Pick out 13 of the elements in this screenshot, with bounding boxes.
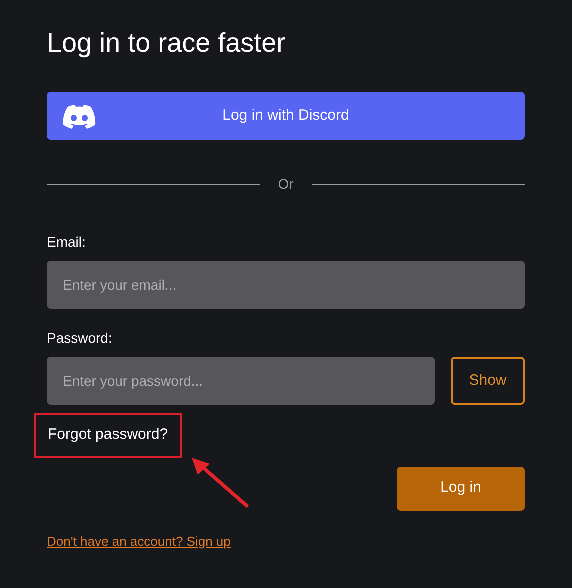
email-field[interactable]: Enter your email...: [47, 261, 525, 309]
divider-label: Or: [277, 175, 295, 194]
forgot-password-link[interactable]: Forgot password?: [34, 413, 182, 458]
discord-login-button[interactable]: Log in with Discord: [47, 92, 525, 140]
signup-link[interactable]: Don't have an account? Sign up: [47, 532, 231, 551]
password-label: Password:: [47, 329, 114, 347]
password-field[interactable]: Enter your password...: [47, 357, 435, 405]
login-button[interactable]: Log in: [397, 466, 525, 510]
email-label: Email:: [47, 233, 87, 251]
show-password-button[interactable]: Show: [451, 357, 525, 405]
annotation-arrow: [189, 455, 251, 510]
game-controller-icon: [63, 105, 96, 129]
page-title: Log in to race faster: [47, 27, 287, 60]
